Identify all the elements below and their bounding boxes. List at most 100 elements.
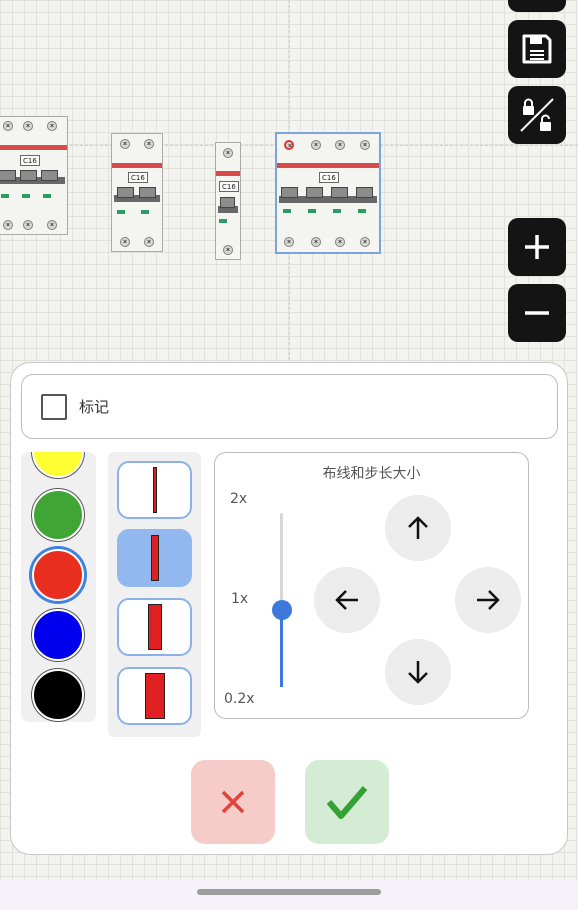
system-nav-bar	[0, 880, 578, 910]
scale-label-max: 2x	[230, 491, 248, 507]
screw-icon	[3, 121, 13, 131]
toggle-handle	[41, 170, 58, 181]
scale-label-mid: 1x	[231, 591, 249, 607]
toggle-handle	[117, 187, 134, 198]
status-led	[1, 194, 9, 198]
screw-icon	[360, 237, 370, 247]
color-swatch-green[interactable]	[32, 489, 84, 541]
lock-toggle-button[interactable]	[508, 86, 566, 144]
check-icon	[326, 786, 368, 819]
save-icon	[522, 34, 552, 64]
step-slider-fill	[280, 609, 283, 687]
zoom-in-button[interactable]	[508, 218, 566, 276]
toggle-handle	[356, 187, 373, 198]
toggle-handle	[0, 170, 16, 181]
scale-label-min: 0.2x	[224, 691, 255, 707]
status-led	[333, 209, 341, 213]
mark-checkbox[interactable]	[41, 393, 67, 420]
zoom-out-icon	[525, 311, 549, 315]
screw-icon	[144, 139, 154, 149]
wire-width-option-3[interactable]	[117, 598, 192, 656]
screw-icon	[120, 237, 130, 247]
color-picker	[21, 452, 96, 722]
status-led	[22, 194, 30, 198]
red-band	[0, 145, 67, 150]
status-led	[308, 209, 316, 213]
screw-icon	[311, 140, 321, 150]
red-band	[216, 171, 240, 176]
status-led	[141, 210, 149, 214]
arrow-up-icon	[408, 516, 428, 539]
wire-settings-panel: 标记 布线和步长大小 2x 1x 0.2x	[10, 362, 568, 855]
status-led	[219, 219, 227, 223]
toggle-handle	[20, 170, 37, 181]
toggle-handle	[139, 187, 156, 198]
toggle-handle	[331, 187, 348, 198]
confirm-button[interactable]	[305, 760, 389, 844]
red-band	[277, 163, 379, 168]
screw-icon	[47, 121, 57, 131]
screw-icon	[120, 139, 130, 149]
rating-label: C16	[219, 181, 239, 192]
wire-sample	[152, 467, 157, 513]
screw-icon	[311, 237, 321, 247]
screw-icon	[47, 220, 57, 230]
screw-icon	[284, 237, 294, 247]
zoom-out-button[interactable]	[508, 284, 566, 342]
move-right-button[interactable]	[455, 567, 521, 633]
screw-icon	[23, 220, 33, 230]
screw-icon	[144, 237, 154, 247]
toggle-handle	[306, 187, 323, 198]
save-as-button[interactable]	[508, 0, 566, 12]
mark-option-row[interactable]: 标记	[21, 374, 558, 439]
save-button[interactable]	[508, 20, 566, 78]
breaker-3-pole[interactable]: C16	[0, 116, 68, 235]
close-icon	[221, 790, 245, 814]
wire-sample	[150, 535, 159, 581]
wire-width-option-1[interactable]	[117, 461, 192, 519]
screw-icon	[335, 237, 345, 247]
status-led	[358, 209, 366, 213]
status-led	[283, 209, 291, 213]
breaker-1-pole[interactable]: C16	[215, 142, 241, 260]
mark-label: 标记	[79, 398, 110, 416]
lock-unlock-icon	[520, 98, 554, 132]
zoom-in-icon	[525, 235, 549, 259]
wiring-title: 布线和步长大小	[322, 466, 421, 482]
wiring-step-control: 布线和步长大小 2x 1x 0.2x	[214, 452, 529, 719]
wire-width-option-2[interactable]	[117, 529, 192, 587]
rating-label: C16	[319, 172, 339, 183]
screw-icon	[360, 140, 370, 150]
toggle-handle	[281, 187, 298, 198]
rating-label: C16	[20, 155, 40, 166]
arrow-right-icon	[477, 590, 500, 610]
color-swatch-blue[interactable]	[32, 609, 84, 661]
rating-label: C16	[128, 172, 148, 183]
move-up-button[interactable]	[385, 495, 451, 561]
move-down-button[interactable]	[385, 639, 451, 705]
wire-sample	[144, 673, 165, 719]
screw-icon	[223, 245, 233, 255]
screw-icon	[223, 148, 233, 158]
home-indicator[interactable]	[197, 889, 381, 895]
screw-icon	[23, 121, 33, 131]
color-swatch-yellow[interactable]	[32, 452, 84, 478]
step-slider-thumb[interactable]	[271, 599, 292, 620]
screw-icon	[3, 220, 13, 230]
cancel-button[interactable]	[191, 760, 275, 844]
wire-width-option-4[interactable]	[117, 667, 192, 725]
red-band	[112, 163, 162, 168]
arrow-down-icon	[408, 661, 428, 684]
screw-icon	[335, 140, 345, 150]
arrow-left-icon	[335, 590, 358, 610]
move-left-button[interactable]	[314, 567, 380, 633]
wire-sample	[147, 604, 162, 650]
wire-width-picker	[108, 452, 201, 737]
color-swatch-red[interactable]	[32, 549, 84, 601]
color-swatch-black[interactable]	[32, 669, 84, 721]
status-led	[43, 194, 51, 198]
toggle-handle	[220, 197, 235, 208]
status-led	[117, 210, 125, 214]
breaker-2-pole[interactable]: C16	[111, 133, 163, 252]
breaker-4-pole-selected[interactable]: C16	[275, 132, 381, 254]
